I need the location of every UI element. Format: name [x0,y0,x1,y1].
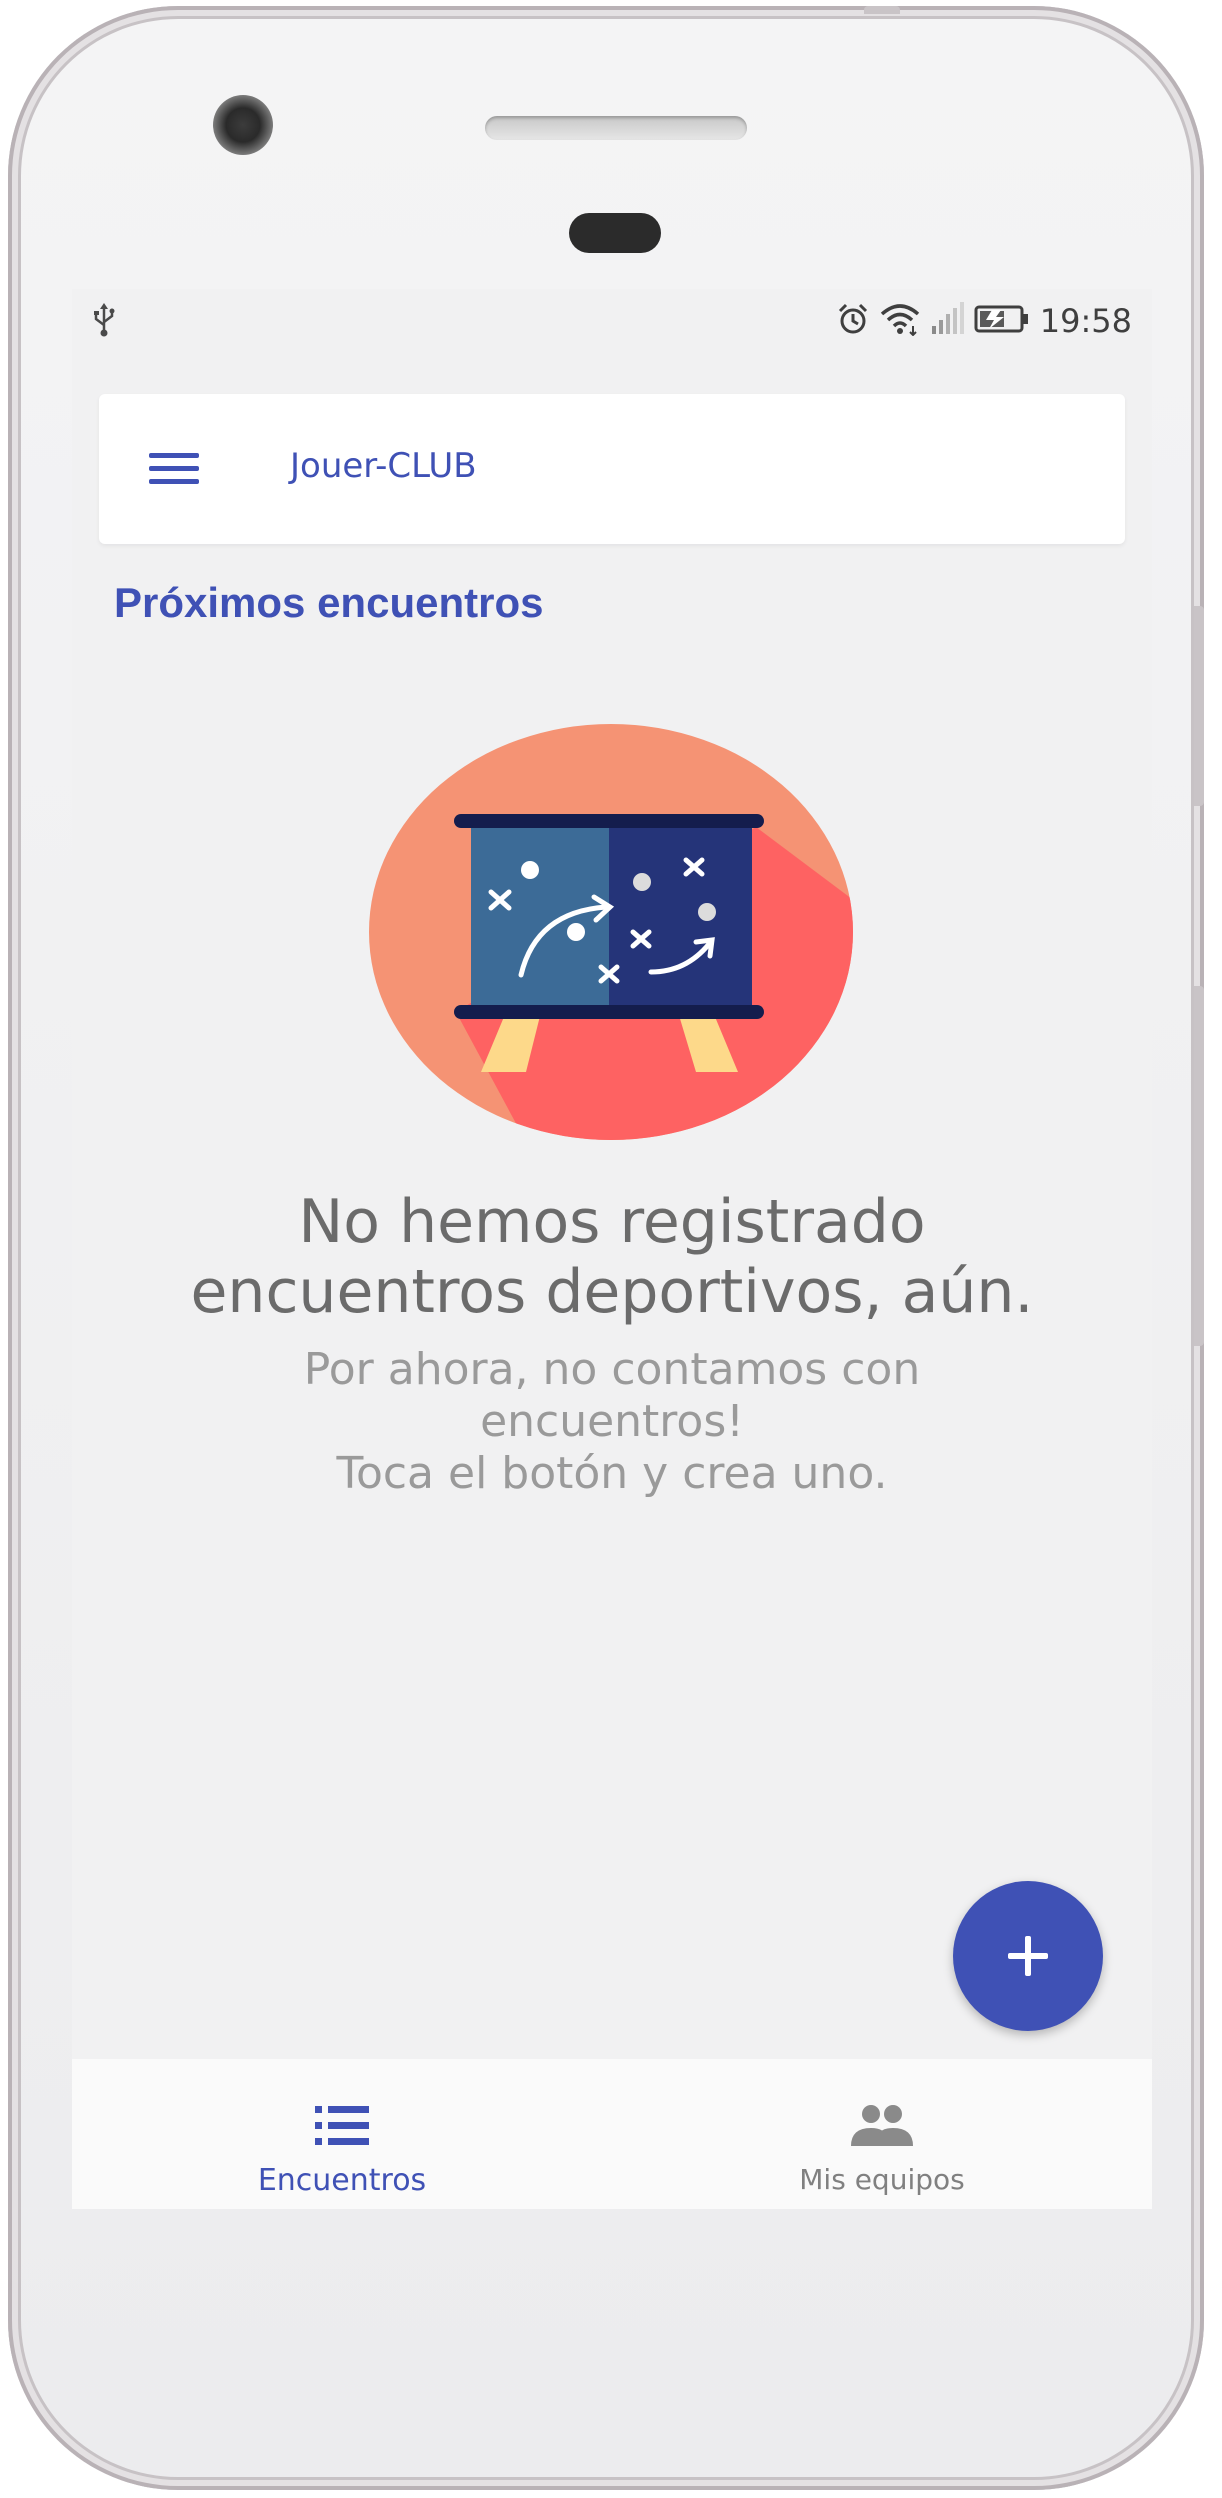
empty-sub-line: Toca el botón y crea uno. [336,1448,888,1499]
app-title: Jouer-CLUB [290,446,477,486]
hamburger-menu-icon[interactable] [139,434,209,504]
empty-sub-line: Por ahora, no contamos con [303,1344,921,1395]
status-time: 19:58 [1039,302,1132,340]
earpiece-speaker [485,116,747,140]
battery-icon [974,304,1030,338]
alarm-icon [836,302,870,340]
bottom-navigation: Encuentros Mis equipos [72,2059,1152,2209]
plus-icon [1008,1936,1048,1976]
side-button [1194,986,1204,1346]
tactics-board-illustration [366,722,856,1142]
section-title: Próximos encuentros [114,579,544,626]
app-screen: 19:58 Jouer-CLUB Próximos encuentros No … [72,289,1152,2209]
wifi-icon [880,302,920,340]
empty-state-subtitle: Por ahora, no contamos con encuentros! T… [72,1344,1152,1500]
status-bar: 19:58 [72,289,1152,353]
empty-state-title: No hemos registrado encuentros deportivo… [72,1187,1152,1327]
nav-item-encuentros[interactable]: Encuentros [72,2059,612,2209]
signal-icon [930,302,964,340]
nav-label: Mis equipos [799,2163,965,2196]
app-bar: Jouer-CLUB [99,394,1125,544]
nav-item-mis-equipos[interactable]: Mis equipos [612,2059,1152,2209]
empty-title-line: No hemos registrado [298,1187,926,1257]
empty-title-line: encuentros deportivos, aún. [190,1257,1034,1327]
empty-sub-line: encuentros! [480,1396,744,1447]
list-icon [315,2101,369,2151]
proximity-sensor [569,213,661,253]
add-encounter-button[interactable] [953,1881,1103,2031]
power-button [864,6,900,14]
front-camera [213,95,273,155]
nav-label: Encuentros [257,2163,427,2198]
phone-frame: 19:58 Jouer-CLUB Próximos encuentros No … [8,6,1204,2490]
volume-button [1194,606,1204,806]
usb-icon [92,303,116,345]
group-icon [851,2101,913,2151]
